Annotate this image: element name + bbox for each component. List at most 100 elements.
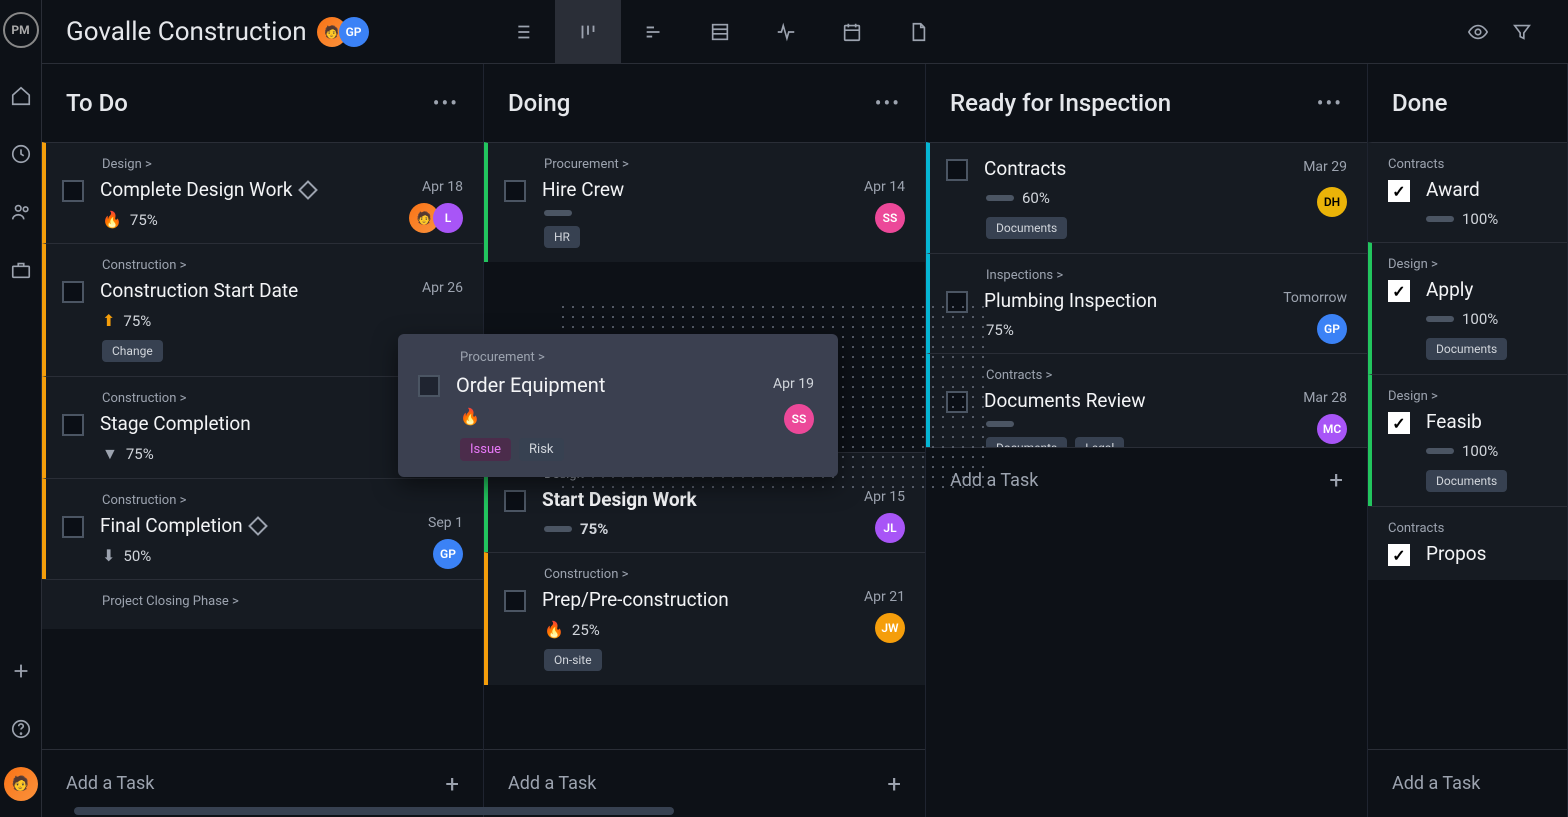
task-card[interactable]: Procurement > Hire Crew HR Apr 14 SS xyxy=(484,142,925,262)
column-title: To Do xyxy=(66,89,128,117)
progress-bar-icon xyxy=(544,526,572,532)
task-assignees[interactable]: MC xyxy=(1323,414,1347,444)
list-view-icon[interactable] xyxy=(489,0,555,64)
help-icon[interactable] xyxy=(1,709,41,749)
task-tag: Documents xyxy=(1426,338,1507,360)
task-checkbox[interactable] xyxy=(504,490,526,512)
down-arrow-icon: ⬇ xyxy=(102,546,115,565)
flame-icon: 🔥 xyxy=(544,620,564,639)
task-card[interactable]: Contracts Propos xyxy=(1368,506,1567,580)
column-title: Ready for Inspection xyxy=(950,89,1171,117)
breadcrumb: Inspections > xyxy=(986,268,1347,283)
task-title: Apply xyxy=(1426,278,1547,301)
task-assignees[interactable]: SS xyxy=(790,404,814,434)
task-card[interactable]: Design > Complete Design Work 🔥75% Apr 1… xyxy=(42,142,483,243)
project-members[interactable]: 🧑 GP xyxy=(325,17,369,47)
add-icon[interactable] xyxy=(1,651,41,691)
gantt-view-icon[interactable] xyxy=(621,0,687,64)
breadcrumb: Design > xyxy=(1388,257,1547,272)
dragging-card[interactable]: Procurement > Order Equipment 🔥 IssueRis… xyxy=(398,334,838,477)
task-tag: Documents xyxy=(1426,470,1507,492)
app-logo[interactable]: PM xyxy=(3,12,39,48)
task-checkbox[interactable] xyxy=(946,159,968,181)
task-progress: 75% xyxy=(580,520,608,538)
breadcrumb: Procurement > xyxy=(544,157,905,172)
task-tag: On-site xyxy=(544,649,602,671)
task-progress: 100% xyxy=(1462,310,1498,328)
task-tag: Documents xyxy=(986,437,1067,447)
task-assignees[interactable]: GP xyxy=(439,539,463,569)
home-icon[interactable] xyxy=(1,76,41,116)
view-switcher xyxy=(489,0,951,64)
clock-icon[interactable] xyxy=(1,134,41,174)
task-checkbox[interactable] xyxy=(418,375,440,397)
column-title: Done xyxy=(1392,89,1448,117)
milestone-icon xyxy=(298,180,318,200)
calendar-view-icon[interactable] xyxy=(819,0,885,64)
column-menu-icon[interactable]: ••• xyxy=(1317,91,1343,115)
task-card[interactable]: Project Closing Phase > xyxy=(42,579,483,629)
task-title: Hire Crew xyxy=(542,178,905,201)
task-checkbox[interactable] xyxy=(1388,280,1410,302)
task-card[interactable]: Design > Feasib 100% Documents xyxy=(1368,374,1567,506)
task-progress: 50% xyxy=(123,547,151,565)
flame-icon: 🔥 xyxy=(460,407,480,426)
task-title: Order Equipment xyxy=(456,373,605,397)
files-view-icon[interactable] xyxy=(885,0,951,64)
task-assignees[interactable]: SS xyxy=(881,203,905,233)
task-card[interactable]: Inspections > Plumbing Inspection 75% To… xyxy=(926,253,1367,353)
task-assignees[interactable]: JL xyxy=(881,513,905,543)
task-checkbox[interactable] xyxy=(1388,544,1410,566)
task-checkbox[interactable] xyxy=(1388,180,1410,202)
task-tag: HR xyxy=(544,226,580,248)
visibility-icon[interactable] xyxy=(1456,10,1500,54)
add-task-button[interactable]: Add a Task+ xyxy=(926,447,1367,512)
progress-bar-icon xyxy=(544,210,572,216)
task-checkbox[interactable] xyxy=(62,414,84,436)
column-menu-icon[interactable]: ••• xyxy=(433,91,459,115)
breadcrumb: Construction > xyxy=(544,567,905,582)
task-date: Apr 21 xyxy=(864,589,905,605)
people-icon[interactable] xyxy=(1,192,41,232)
sheet-view-icon[interactable] xyxy=(687,0,753,64)
task-checkbox[interactable] xyxy=(1388,412,1410,434)
task-tag: Change xyxy=(102,340,163,362)
task-card[interactable]: Contracts 60% Documents Mar 29 DH xyxy=(926,142,1367,253)
user-avatar[interactable]: 🧑 xyxy=(4,767,38,801)
task-card[interactable]: Construction > Prep/Pre-construction 🔥25… xyxy=(484,552,925,685)
task-assignees[interactable]: 🧑L xyxy=(415,203,463,233)
task-date: Apr 26 xyxy=(422,280,463,296)
task-assignees[interactable]: DH xyxy=(1323,187,1347,217)
task-date: Tomorrow xyxy=(1283,290,1347,306)
top-header: Govalle Construction 🧑 GP xyxy=(42,0,1568,64)
task-checkbox[interactable] xyxy=(504,180,526,202)
task-date: Mar 29 xyxy=(1303,159,1347,175)
task-checkbox[interactable] xyxy=(62,281,84,303)
progress-bar-icon xyxy=(1426,448,1454,454)
task-assignees[interactable]: JW xyxy=(881,613,905,643)
task-date: Apr 14 xyxy=(864,179,905,195)
down-triangle-icon: ▼ xyxy=(102,444,118,464)
progress-bar-icon xyxy=(986,421,1014,427)
task-card[interactable]: Contracts Award 100% xyxy=(1368,142,1567,242)
board-view-icon[interactable] xyxy=(555,0,621,64)
member-avatar[interactable]: GP xyxy=(339,17,369,47)
task-title: Propos xyxy=(1426,542,1547,565)
column-title: Doing xyxy=(508,89,570,117)
task-progress: 75% xyxy=(130,211,158,229)
column-menu-icon[interactable]: ••• xyxy=(875,91,901,115)
task-title: Final Completion xyxy=(100,514,243,537)
task-card[interactable]: Contracts > Documents Review DocumentsLe… xyxy=(926,353,1367,447)
filter-icon[interactable] xyxy=(1500,10,1544,54)
task-checkbox[interactable] xyxy=(504,590,526,612)
task-title: Complete Design Work xyxy=(100,178,293,201)
activity-view-icon[interactable] xyxy=(753,0,819,64)
task-progress: 75% xyxy=(126,445,154,463)
task-assignees[interactable]: GP xyxy=(1323,314,1347,344)
briefcase-icon[interactable] xyxy=(1,250,41,290)
horizontal-scrollbar[interactable] xyxy=(74,807,1568,817)
task-card[interactable]: Design > Apply 100% Documents xyxy=(1368,242,1567,374)
task-checkbox[interactable] xyxy=(62,180,84,202)
task-checkbox[interactable] xyxy=(62,516,84,538)
task-card[interactable]: Construction > Final Completion ⬇50% Sep… xyxy=(42,478,483,579)
